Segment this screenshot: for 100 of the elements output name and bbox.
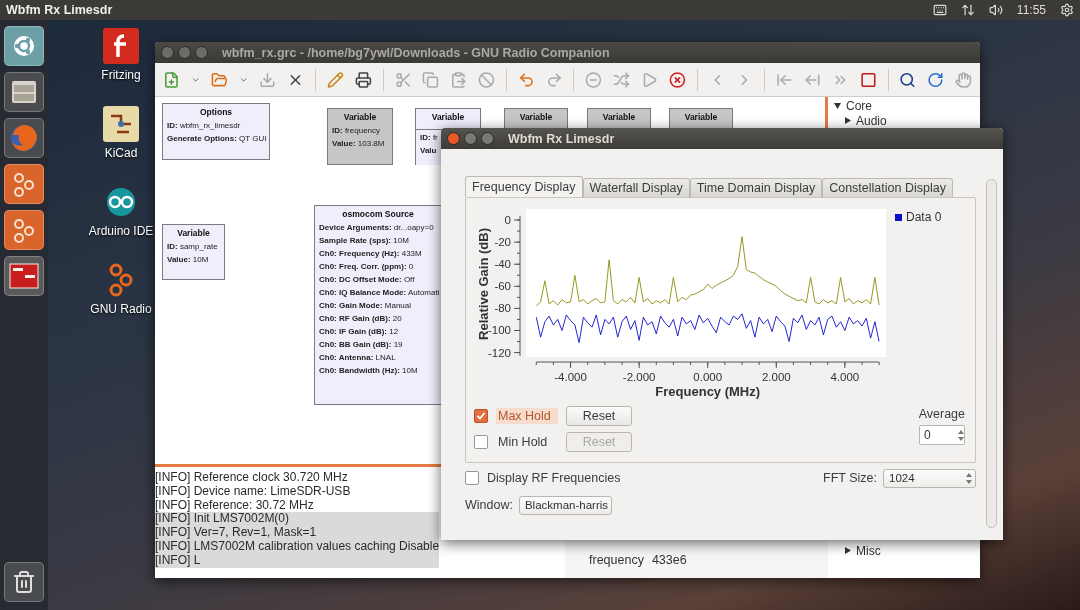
checkbox[interactable]	[465, 471, 479, 485]
block-title: Variable	[601, 112, 637, 122]
up-down-arrows-icon[interactable]	[958, 429, 964, 441]
fft-size-label: FFT Size:	[823, 471, 877, 485]
block-parameter: Ch0: Frequency (Hz): 433M	[319, 249, 422, 258]
y-tick-label: -20	[494, 236, 511, 249]
hand-icon[interactable]	[955, 70, 972, 89]
y-tick-label: -60	[494, 280, 511, 293]
tab[interactable]: Frequency Display	[465, 176, 583, 197]
minus-circle-icon[interactable]	[585, 70, 603, 89]
search-icon[interactable]	[899, 70, 917, 89]
checkbox-label[interactable]: Display RF Frequencies	[485, 470, 623, 486]
settings-icon[interactable]	[1060, 3, 1074, 17]
scrollbar[interactable]	[986, 179, 997, 528]
scissors-icon[interactable]	[394, 70, 412, 89]
tree-item[interactable]: Misc	[856, 543, 881, 558]
block-parameter: Ch0: Antenna: LNAL	[319, 353, 396, 362]
collapsed-triangle-icon[interactable]	[844, 117, 851, 124]
legend-swatch	[895, 213, 902, 221]
x-tick-label: 0.000	[693, 371, 723, 383]
window-dropdown[interactable]: Blackman-harris	[518, 495, 612, 515]
x-tick-label: 2.000	[761, 371, 791, 383]
reset-button[interactable]: Reset	[566, 406, 632, 426]
tree-item[interactable]: Core	[846, 98, 872, 113]
console-line: [INFO] Device name: LimeSDR-USB	[155, 484, 351, 499]
square-icon[interactable]	[859, 70, 877, 89]
checkbox-label[interactable]: Max Hold	[496, 408, 558, 424]
flowgraph-block[interactable]: Variable	[415, 108, 481, 130]
average-spinbox[interactable]: 0	[919, 425, 965, 445]
y-tick-label: -100	[487, 324, 511, 337]
active-window-title: Wbfm Rx Limesdr	[6, 3, 113, 17]
volume-icon[interactable]	[988, 3, 1003, 17]
block-parameter: Generate Options: QT GUI	[167, 134, 267, 143]
tree-item[interactable]: Audio	[856, 113, 887, 128]
collapsed-triangle-icon[interactable]	[844, 547, 851, 554]
trash-icon[interactable]	[12, 570, 36, 594]
fft-size-dropdown[interactable]: 1024	[883, 468, 976, 488]
ban-icon[interactable]	[478, 70, 495, 89]
average-label: Average	[918, 407, 965, 421]
x-tick-label: -4.000	[554, 371, 587, 383]
firefox-icon[interactable]	[9, 123, 39, 153]
desktop-icon-label[interactable]: Arduino IDE	[88, 224, 154, 238]
clock[interactable]: 11:55	[1016, 3, 1046, 17]
block-title: Variable	[430, 112, 466, 122]
block-parameter: Ch0: RF Gain (dB): 20	[319, 314, 402, 323]
block-parameter: Ch0: IQ Balance Mode: Automati	[319, 288, 440, 297]
window-title: wbfm_rx.grc - /home/bg7ywl/Downloads - GNU Radio Companion	[222, 45, 610, 60]
terminal-icon[interactable]	[9, 263, 39, 289]
fritzing-icon[interactable]	[103, 28, 139, 64]
file-cabinet-icon[interactable]	[10, 79, 38, 105]
block-parameter: Sample Rate (sps): 10M	[319, 236, 409, 245]
new-file-icon[interactable]	[163, 70, 180, 89]
block-title: Variable	[342, 112, 378, 122]
y-tick-label: -80	[494, 302, 511, 315]
expanded-triangle-icon[interactable]	[834, 102, 841, 109]
ubuntu-logo-icon[interactable]	[12, 34, 36, 58]
copy-icon[interactable]	[422, 70, 440, 89]
block-parameter: Value: 103.8M	[332, 139, 385, 148]
table-cell: 433e6	[651, 553, 687, 567]
checkbox[interactable]	[474, 409, 488, 423]
clipboard-icon[interactable]	[450, 70, 467, 89]
refresh-icon[interactable]	[927, 70, 945, 89]
kicad-icon[interactable]	[103, 106, 139, 142]
tab[interactable]: Waterfall Display	[582, 178, 690, 197]
block-parameter: Valu	[420, 146, 437, 155]
desktop-icon-label[interactable]: GNU Radio	[90, 302, 152, 316]
maximize-button[interactable]	[481, 132, 494, 145]
minimize-button[interactable]	[464, 132, 477, 145]
y-tick-label: -120	[487, 346, 511, 359]
tab[interactable]: Constellation Display	[822, 178, 953, 197]
checkbox[interactable]	[474, 435, 488, 449]
printer-icon[interactable]	[354, 70, 372, 89]
shuffle-icon[interactable]	[613, 70, 631, 89]
up-down-arrows-icon[interactable]	[966, 472, 972, 484]
desktop-icon-label[interactable]: Fritzing	[101, 68, 141, 82]
pencil-icon[interactable]	[326, 70, 344, 89]
folder-icon[interactable]	[211, 70, 228, 89]
block-title: osmocom Source	[341, 209, 415, 219]
block-parameter: ID: wbfm_rx_limesdr	[167, 121, 241, 130]
maximize-button[interactable]	[195, 46, 208, 59]
block-parameter: Ch0: Freq. Corr. (ppm): 0	[319, 262, 414, 271]
block-parameter: Ch0: BB Gain (dB): 19	[319, 340, 403, 349]
close-button[interactable]	[161, 46, 174, 59]
minimize-button[interactable]	[178, 46, 191, 59]
keyboard-icon[interactable]	[932, 3, 947, 17]
close-button[interactable]	[447, 132, 460, 145]
block-parameter: Ch0: Gain Mode: Manual	[319, 301, 412, 310]
block-parameter: ID: fr	[420, 133, 438, 142]
network-icon[interactable]	[960, 3, 975, 17]
play-icon[interactable]	[641, 70, 658, 89]
flowgraph-block-body[interactable]: ID: fr Valu	[415, 130, 441, 165]
download-icon[interactable]	[259, 70, 277, 89]
tab[interactable]: Time Domain Display	[689, 178, 823, 197]
flowgraph-block[interactable]: Variable ID: samp_rate Value: 10M	[162, 224, 225, 280]
flowgraph-block[interactable]	[314, 205, 441, 405]
flowgraph-block[interactable]: Options ID: wbfm_rx_limesdr Generate Options: QT GUI	[162, 103, 270, 160]
x-tick-label: 4.000	[830, 371, 860, 383]
desktop-icon-label[interactable]: KiCad	[104, 146, 138, 160]
checkbox-label[interactable]: Min Hold	[496, 434, 558, 450]
stop-icon[interactable]	[668, 70, 686, 89]
